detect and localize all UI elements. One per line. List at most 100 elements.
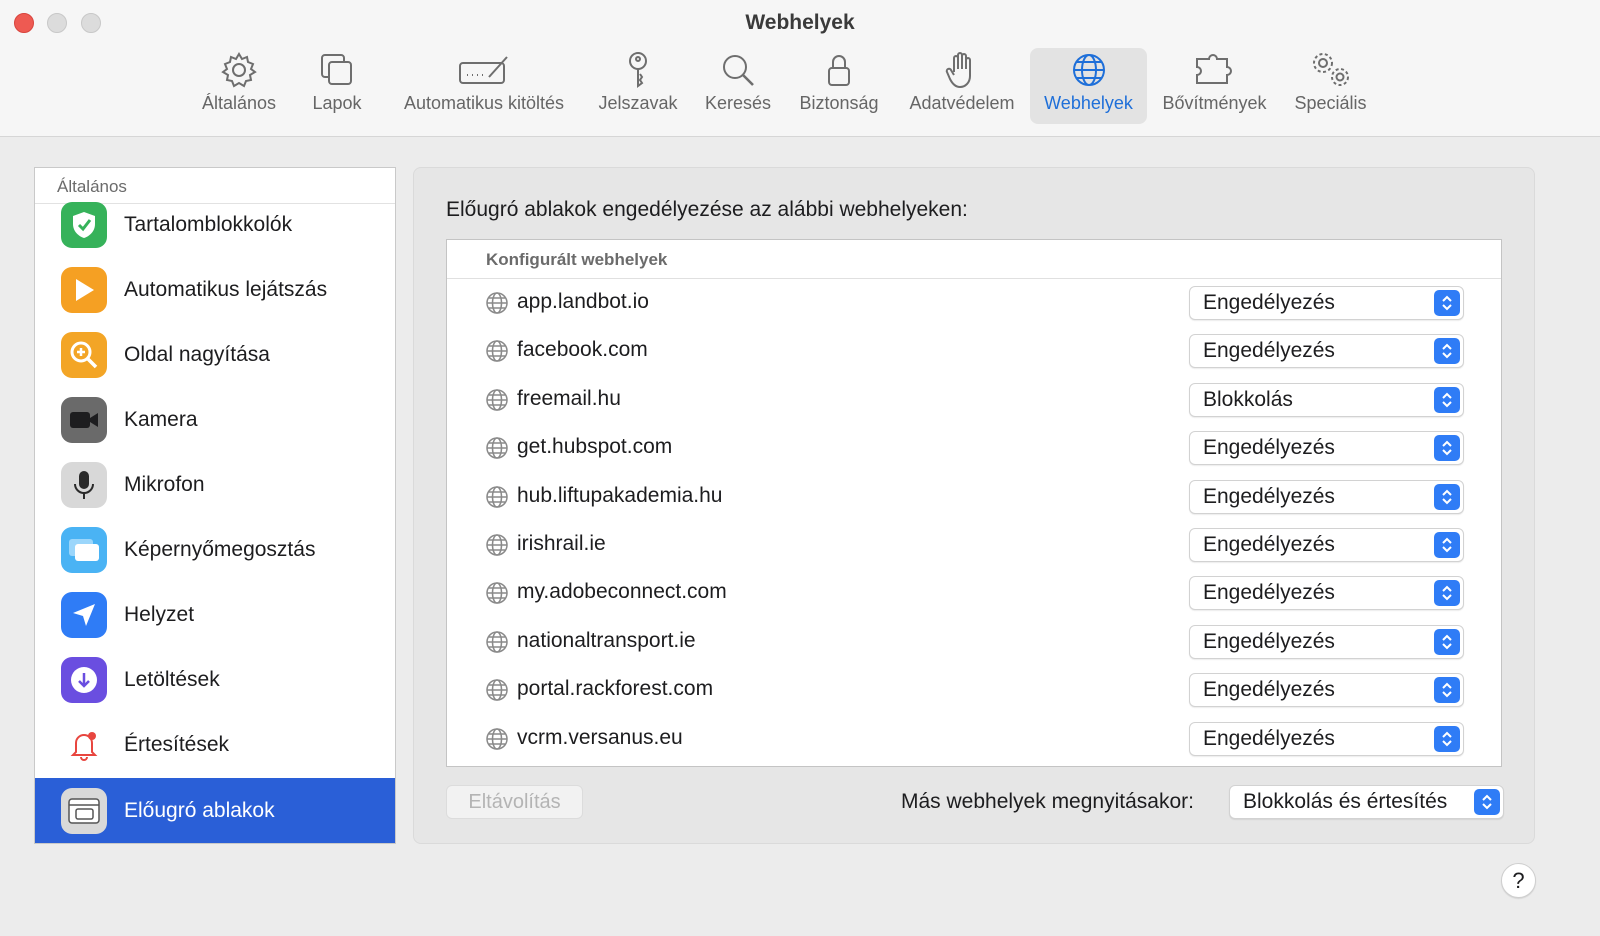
site-setting-select[interactable]: Engedélyezés	[1189, 528, 1464, 562]
site-setting-select[interactable]: Engedélyezés	[1189, 721, 1464, 756]
sidebar-item-label: Értesítések	[124, 732, 230, 756]
tab-label: Automatikus kitöltés	[403, 93, 565, 113]
sidebar-item-downloads[interactable]: Letöltések	[35, 647, 395, 712]
site-setting-value: Engedélyezés	[1203, 581, 1335, 605]
other-sites-value: Blokkolás és értesítés	[1243, 790, 1448, 813]
site-setting-value: Engedélyezés	[1203, 291, 1335, 314]
tab-extensions[interactable]: Bővítmények	[1154, 48, 1275, 124]
help-button[interactable]: ?	[1501, 863, 1536, 898]
sidebar-item-label: Tartalomblokkolók	[124, 212, 293, 236]
site-setting-select[interactable]: Blokkolás	[1189, 382, 1464, 417]
globe-icon	[485, 339, 509, 368]
table-row[interactable]: get.hubspot.com Engedélyezés	[447, 424, 1501, 472]
site-setting-value: Engedélyezés	[1203, 726, 1335, 750]
tab-label: Speciális	[1294, 93, 1367, 113]
tabs-icon	[318, 48, 356, 92]
chevron-updown-icon	[1434, 580, 1460, 607]
configured-sites-table: Konfigurált webhelyek app.landbot.io Enge…	[446, 239, 1502, 767]
camera-icon	[61, 396, 107, 443]
sidebar-item-camera[interactable]: Kamera	[35, 387, 395, 452]
tab-label: Webhelyek	[1044, 93, 1133, 113]
chevron-updown-icon	[1434, 725, 1460, 752]
table-row[interactable]: facebook.com Engedélyezés	[447, 327, 1501, 375]
site-setting-select[interactable]: Engedélyezés	[1189, 576, 1464, 611]
globe-icon	[1070, 48, 1108, 92]
sidebar-item-label: Kamera	[124, 407, 198, 431]
site-setting-value: Engedélyezés	[1203, 339, 1335, 363]
chevron-updown-icon	[1434, 338, 1460, 365]
table-row[interactable]: portal.rackforest.com Engedélyezés	[447, 666, 1501, 714]
globe-icon	[485, 581, 509, 610]
search-icon	[719, 48, 757, 92]
table-row[interactable]: nationaltransport.ie Engedélyezés	[447, 618, 1501, 666]
sidebar-item-page-zoom[interactable]: Oldal nagyítása	[35, 322, 395, 387]
table-row[interactable]: vcrm.versanus.eu Engedélyezés	[447, 715, 1501, 763]
site-setting-select[interactable]: Engedélyezés	[1189, 673, 1464, 708]
lock-icon	[824, 48, 854, 92]
site-name: facebook.com	[517, 338, 648, 362]
tab-label: Jelszavak	[598, 93, 678, 113]
preferences-window: Webhelyek Általános Lapok Automatikus ki…	[0, 0, 1600, 936]
autofill-icon	[457, 48, 511, 92]
toolbar: Webhelyek Általános Lapok Automatikus ki…	[0, 0, 1600, 137]
sidebar-item-location[interactable]: Helyzet	[35, 582, 395, 647]
tab-security[interactable]: Biztonság	[791, 48, 887, 124]
sidebar-item-autoplay[interactable]: Automatikus lejátszás	[35, 257, 395, 322]
other-sites-label: Más webhelyek megnyitásakor:	[901, 790, 1194, 813]
tab-passwords[interactable]: Jelszavak	[592, 48, 684, 124]
tab-privacy[interactable]: Adatvédelem	[900, 48, 1024, 124]
gears-icon	[1308, 48, 1354, 92]
microphone-icon	[61, 461, 107, 508]
tab-tabs[interactable]: Lapok	[303, 48, 371, 124]
site-name: vcrm.versanus.eu	[517, 725, 683, 749]
site-name: get.hubspot.com	[517, 435, 673, 459]
key-icon	[623, 48, 653, 92]
site-setting-select[interactable]: Engedélyezés	[1189, 286, 1464, 320]
tab-label: Adatvédelem	[909, 93, 1015, 113]
panel-title: Előugró ablakok engedélyezése az alábbi …	[446, 198, 968, 221]
table-row[interactable]: my.adobeconnect.com Engedélyezés	[447, 569, 1501, 617]
table-row[interactable]: freemail.hu Blokkolás	[447, 376, 1501, 424]
gear-icon	[220, 48, 258, 92]
screen-sharing-icon	[61, 526, 107, 573]
site-name: my.adobeconnect.com	[517, 580, 727, 604]
other-sites-select[interactable]: Blokkolás és értesítés	[1229, 785, 1504, 819]
sidebar-item-notifications[interactable]: Értesítések	[35, 712, 395, 777]
site-name: portal.rackforest.com	[517, 677, 714, 701]
chevron-updown-icon	[1434, 677, 1460, 704]
globe-icon	[485, 727, 509, 756]
site-setting-select[interactable]: Engedélyezés	[1189, 334, 1464, 369]
chevron-updown-icon	[1434, 386, 1460, 413]
content-panel: Előugró ablakok engedélyezése az alábbi …	[413, 167, 1535, 844]
site-setting-value: Engedélyezés	[1203, 678, 1335, 702]
site-setting-select[interactable]: Engedélyezés	[1189, 431, 1464, 466]
tab-autofill[interactable]: Automatikus kitöltés	[390, 48, 578, 124]
globe-icon	[485, 388, 509, 417]
table-row[interactable]: app.landbot.io Engedélyezés	[447, 279, 1501, 327]
tab-advanced[interactable]: Speciális	[1287, 48, 1374, 124]
globe-icon	[485, 678, 509, 707]
site-setting-select[interactable]: Engedélyezés	[1189, 624, 1464, 659]
table-row[interactable]: irishrail.ie Engedélyezés	[447, 521, 1501, 569]
hand-icon	[945, 48, 979, 92]
sidebar-item-screen-sharing[interactable]: Képernyőmegosztás	[35, 517, 395, 582]
site-setting-select[interactable]: Engedélyezés	[1189, 479, 1464, 514]
site-setting-value: Engedélyezés	[1203, 533, 1335, 556]
sidebar-item-content-blockers[interactable]: Tartalomblokkolók	[35, 192, 395, 257]
remove-button[interactable]: Eltávolítás	[446, 785, 583, 819]
globe-icon	[485, 291, 509, 320]
sidebar-item-label: Előugró ablakok	[124, 798, 275, 822]
site-setting-value: Blokkolás	[1203, 387, 1293, 411]
table-row[interactable]: hub.liftupakademia.hu Engedélyezés	[447, 473, 1501, 521]
site-name: hub.liftupakademia.hu	[517, 483, 723, 507]
chevron-updown-icon	[1434, 290, 1460, 316]
chevron-updown-icon	[1434, 532, 1460, 558]
popup-windows-icon	[61, 787, 107, 834]
tab-general[interactable]: Általános	[194, 48, 284, 124]
sidebar-item-microphone[interactable]: Mikrofon	[35, 452, 395, 517]
tab-search[interactable]: Keresés	[700, 48, 776, 124]
table-header: Konfigurált webhelyek	[447, 240, 1501, 279]
site-setting-value: Engedélyezés	[1203, 484, 1335, 508]
sidebar-item-popup-windows[interactable]: Előugró ablakok	[35, 778, 395, 843]
tab-websites[interactable]: Webhelyek	[1030, 48, 1147, 124]
